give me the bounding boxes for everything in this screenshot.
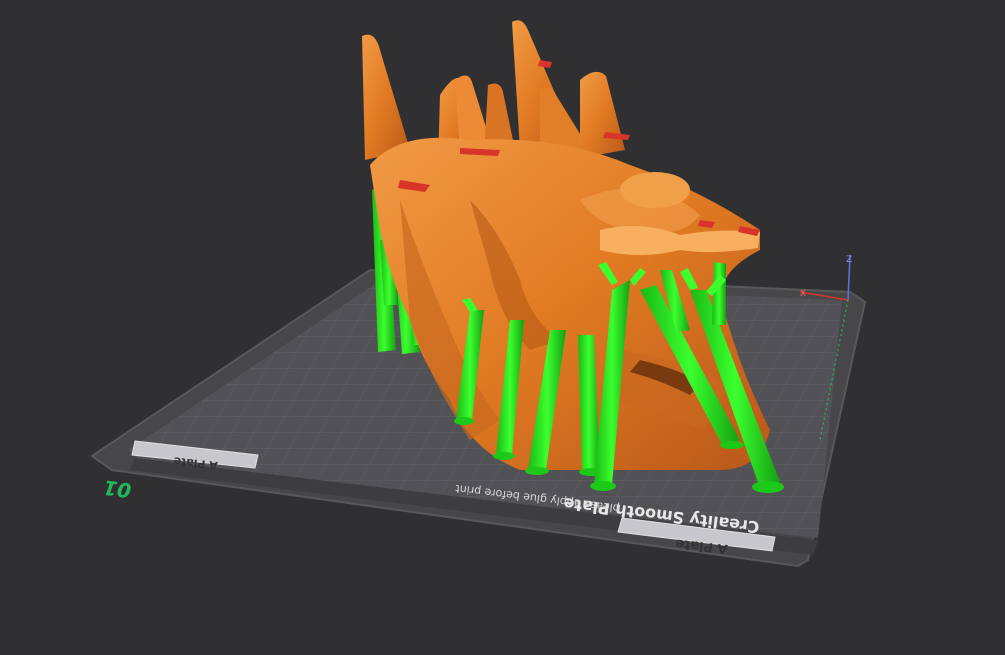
axis-x-label: X xyxy=(800,289,806,299)
axis-z-label: Z xyxy=(846,255,852,265)
build-scene[interactable]: A Plate A Plate Creality Smooth Plate pl… xyxy=(0,0,1005,655)
3d-viewport[interactable]: A Plate A Plate Creality Smooth Plate pl… xyxy=(0,0,1005,655)
plate-number: 01 xyxy=(102,475,133,503)
